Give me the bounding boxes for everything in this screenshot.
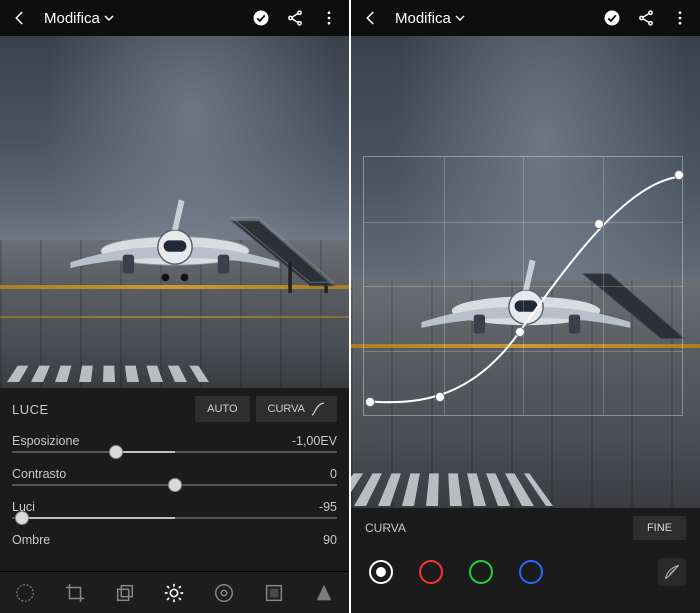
check-circle-icon[interactable]: [602, 8, 622, 28]
light-label: LUCE: [12, 402, 49, 417]
curva-bar: CURVA FINE: [351, 508, 700, 548]
photo-preview-curve[interactable]: [351, 36, 700, 508]
editor-left-panel: Modifica: [0, 0, 349, 613]
detail-tool-icon[interactable]: [311, 580, 337, 606]
light-section-header: LUCE AUTO CURVA: [0, 388, 349, 430]
auto-button[interactable]: AUTO: [195, 396, 249, 422]
top-bar: Modifica: [0, 0, 349, 36]
channel-green[interactable]: [469, 560, 493, 584]
channel-luminance[interactable]: [369, 560, 393, 584]
curva-label: CURVA: [365, 521, 406, 535]
share-icon[interactable]: [636, 8, 656, 28]
back-icon[interactable]: [361, 8, 381, 28]
back-icon[interactable]: [10, 8, 30, 28]
title-dropdown[interactable]: Modifica: [44, 10, 114, 27]
bottom-toolbar: [0, 571, 349, 613]
curve-point[interactable]: [674, 170, 684, 180]
jetway-graphic: [227, 212, 335, 293]
check-circle-icon[interactable]: [251, 8, 271, 28]
title-text: Modifica: [44, 10, 100, 27]
curve-channel-picker: [351, 548, 700, 598]
tone-curve-line: [364, 157, 682, 415]
tone-curve-grid[interactable]: [363, 156, 683, 416]
contrasto-slider[interactable]: Contrasto0: [0, 463, 349, 496]
more-icon[interactable]: [319, 8, 339, 28]
channel-blue[interactable]: [519, 560, 543, 584]
effects-tool-icon[interactable]: [261, 580, 287, 606]
title-text: Modifica: [395, 10, 451, 27]
editor-right-panel: Modifica: [351, 0, 700, 613]
presets-tool-icon[interactable]: [112, 580, 138, 606]
more-icon[interactable]: [670, 8, 690, 28]
curve-icon: [311, 402, 325, 416]
chevron-down-icon: [104, 13, 114, 23]
channel-red[interactable]: [419, 560, 443, 584]
fine-button[interactable]: FINE: [633, 516, 686, 540]
ombre-slider[interactable]: Ombre90: [0, 529, 349, 550]
light-tool-icon[interactable]: [161, 580, 187, 606]
share-icon[interactable]: [285, 8, 305, 28]
curve-point[interactable]: [515, 327, 525, 337]
curve-point[interactable]: [594, 219, 604, 229]
curve-point[interactable]: [365, 397, 375, 407]
parametric-curve-icon[interactable]: [658, 558, 686, 586]
curve-point[interactable]: [435, 392, 445, 402]
photo-preview[interactable]: [0, 36, 349, 388]
profile-tool-icon[interactable]: [12, 580, 38, 606]
title-dropdown[interactable]: Modifica: [395, 10, 465, 27]
color-tool-icon[interactable]: [211, 580, 237, 606]
top-bar: Modifica: [351, 0, 700, 36]
esposizione-slider[interactable]: Esposizione-1,00EV: [0, 430, 349, 463]
luci-slider[interactable]: Luci-95: [0, 496, 349, 529]
crop-tool-icon[interactable]: [62, 580, 88, 606]
curva-button[interactable]: CURVA: [256, 396, 338, 422]
chevron-down-icon: [455, 13, 465, 23]
